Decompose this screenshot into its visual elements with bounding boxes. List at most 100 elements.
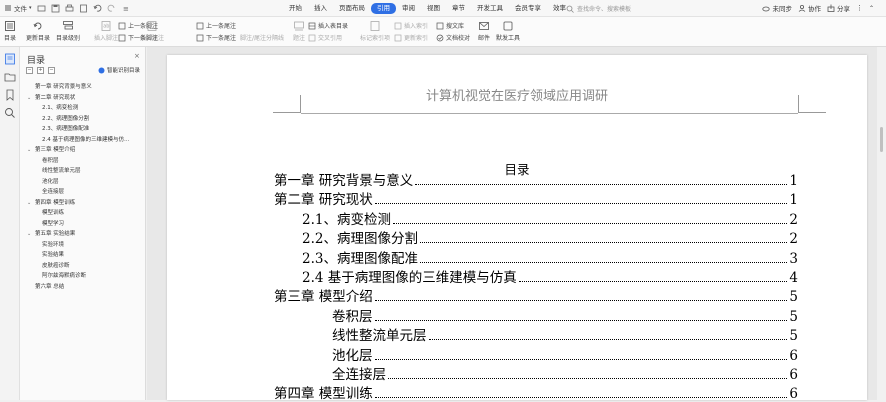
chevron-down-icon[interactable]: ⌄	[27, 145, 31, 156]
toc-entry[interactable]: 2.1、病变检测 2	[302, 209, 798, 228]
insert-footnote-button[interactable]: ab 插入脚注	[94, 20, 118, 42]
toc-entry[interactable]: 2.2、病理图像分割 2	[302, 228, 798, 247]
mail-button[interactable]: 邮件	[478, 20, 490, 42]
overflow-menu-icon[interactable]: ⋮	[856, 4, 863, 12]
prev-endnote-button[interactable]: 上一条尾注	[196, 21, 236, 30]
print-icon[interactable]	[65, 4, 74, 13]
update-catalog-button[interactable]: 更新目录	[26, 20, 50, 42]
share-button[interactable]: 分享	[827, 3, 850, 13]
toc-icon[interactable]	[4, 53, 16, 65]
close-icon[interactable]: ×	[134, 52, 140, 60]
menu-tab[interactable]: 插入	[308, 3, 333, 14]
delete-heading-icon[interactable]: −	[48, 67, 55, 74]
chevron-down-icon[interactable]: ⌄	[27, 93, 31, 104]
toc-tree-item[interactable]: 模型学习	[20, 219, 146, 230]
chevron-down-icon[interactable]: ⌄	[27, 229, 31, 240]
update-catalog-label: 更新目录	[26, 35, 51, 42]
toc-tree-item[interactable]: 2.3、病理图像配准	[20, 124, 146, 135]
toc-tree-item[interactable]: 线性整流单元层	[20, 166, 146, 177]
menu-tab[interactable]: 引用	[371, 3, 396, 14]
toc-tree-item[interactable]: ⌄ 第四章 模型训练	[20, 198, 146, 209]
toc-tree-item[interactable]: 池化层	[20, 177, 146, 188]
toc-entry[interactable]: 2.3、病理图像配准 3	[302, 248, 798, 267]
folder-icon[interactable]	[4, 71, 16, 83]
doc-check-button[interactable]: 文档校对	[436, 33, 470, 42]
vertical-scrollbar[interactable]	[877, 47, 886, 400]
toc-tree-label: 第五章 实验结果	[35, 231, 76, 237]
command-search[interactable]: 查找命令、搜索模板	[566, 3, 644, 14]
title-bar: 文件 ▾ ≡ 开始 插入 页面布局 引用 审阅 视图 章节 开发工具 会员专享 效率 查找命令、搜…	[0, 0, 886, 17]
insert-index-button[interactable]: 插入索引	[394, 21, 428, 30]
collapse-all-icon[interactable]: −	[26, 67, 33, 74]
catalog-label: 目录	[4, 35, 17, 42]
toc-tree-item[interactable]: 实验环境	[20, 240, 146, 251]
toc-entry[interactable]: 第三章 模型介绍 5	[274, 286, 798, 305]
toc-tree-item[interactable]: 实验结果	[20, 250, 146, 261]
scrollbar-thumb[interactable]	[880, 127, 883, 152]
toc-tree-item[interactable]: 2.1、病变检测	[20, 103, 146, 114]
cross-reference-button[interactable]: 交叉引用	[308, 33, 342, 42]
toc-tree-label: 2.4 基于病理图像的三维建模与仿…	[42, 136, 130, 143]
file-menu[interactable]: 文件 ▾	[4, 3, 32, 13]
mark-index-button[interactable]: 标记索引项	[360, 20, 390, 42]
menu-tab[interactable]: 页面布局	[333, 3, 371, 14]
smart-detect-button[interactable]: 智能识别目录	[98, 66, 140, 74]
toc-tree-item[interactable]: ⌄ 第三章 模型介绍	[20, 145, 146, 156]
toc-tree-item[interactable]: 卷积层	[20, 156, 146, 167]
toc-tree-item[interactable]: 皮肤癌诊断	[20, 261, 146, 272]
more-icon[interactable]: ≡	[121, 4, 130, 13]
insert-table-of-figures-button[interactable]: 插入表目录	[308, 21, 348, 30]
catalog-level-label: 目录级别	[56, 35, 81, 42]
toc-entry-page: 1	[789, 192, 798, 209]
toc-tree-item[interactable]: 模型训练	[20, 208, 146, 219]
table-icon	[308, 22, 316, 29]
toc-tree-item[interactable]: ⌄ 第五章 实验结果	[20, 229, 146, 240]
bookmark-icon[interactable]	[4, 89, 16, 101]
save-icon[interactable]	[51, 4, 60, 13]
menu-tab[interactable]: 开发工具	[471, 3, 509, 14]
toc-entry[interactable]: 线性整流单元层 5	[332, 325, 798, 344]
open-icon[interactable]	[37, 4, 46, 13]
redo-icon[interactable]	[107, 4, 116, 13]
toc-tree-item[interactable]: 阿尔兹海默病诊断	[20, 271, 146, 282]
toc-tree-item[interactable]: 2.4 基于病理图像的三维建模与仿…	[20, 135, 146, 146]
toc-entry-title: 2.2、病理图像分割	[302, 231, 418, 248]
toc-entry[interactable]: 第四章 模型训练 6	[274, 383, 798, 402]
toc-entry[interactable]: 卷积层 5	[332, 306, 798, 325]
find-icon[interactable]	[4, 107, 16, 119]
menu-tab[interactable]: 视图	[421, 3, 446, 14]
toc-entry[interactable]: 全连接层 6	[332, 364, 798, 383]
caption-button[interactable]: 题注	[293, 20, 305, 42]
update-index-button[interactable]: 更新索引	[394, 33, 428, 42]
expand-all-icon[interactable]: +	[37, 67, 44, 74]
toc-entry[interactable]: 第一章 研究背景与意义 1	[274, 170, 798, 189]
next-footnote-button[interactable]: 下一条脚注	[118, 33, 158, 42]
menu-tab[interactable]: 会员专享	[509, 3, 547, 14]
toc-entry[interactable]: 池化层 6	[332, 345, 798, 364]
footnote-separator-button[interactable]: 脚注/尾注分隔线	[240, 33, 284, 42]
chevron-down-icon[interactable]: ⌄	[27, 198, 31, 209]
catalog-level-button[interactable]: 目录级别	[56, 20, 80, 42]
tools-button[interactable]: 默发工具	[496, 20, 520, 42]
menu-tab[interactable]: 审阅	[396, 3, 421, 14]
toc-tree-item[interactable]: 第六章 总结	[20, 282, 146, 293]
toc-entry[interactable]: 第二章 研究现状 1	[274, 189, 798, 208]
next-endnote-button[interactable]: 下一条尾注	[196, 33, 236, 42]
toc-tree-item[interactable]: 第一章 研究背景与意义	[20, 82, 146, 93]
preview-icon[interactable]	[79, 4, 88, 13]
toc-entry-title: 第二章 研究现状	[274, 192, 373, 209]
toc-entry[interactable]: 2.4 基于病理图像的三维建模与仿真 4	[302, 267, 798, 286]
menu-tab[interactable]: 章节	[446, 3, 471, 14]
collab-button[interactable]: 协作	[798, 3, 821, 13]
collapse-ribbon-icon[interactable]: ⌃	[869, 5, 874, 12]
search-paper-button[interactable]: 搜文库	[436, 21, 464, 30]
menu-tab[interactable]: 开始	[283, 3, 308, 14]
sync-button[interactable]: 未同步	[762, 3, 792, 13]
toc-tree-item[interactable]: ⌄ 第二章 研究现状	[20, 93, 146, 104]
document-page[interactable]: 计算机视觉在医疗领域应用调研 目录 第一章 研究背景与意义 1 第二章 研究现状 1 2…	[167, 55, 867, 402]
toc-tree-item[interactable]: 全连接层	[20, 187, 146, 198]
undo-icon[interactable]	[93, 4, 102, 13]
catalog-button[interactable]: 目录	[4, 20, 16, 42]
prev-footnote-button[interactable]: 上一条脚注	[118, 21, 158, 30]
toc-tree-item[interactable]: 2.2、病理图像分割	[20, 114, 146, 125]
